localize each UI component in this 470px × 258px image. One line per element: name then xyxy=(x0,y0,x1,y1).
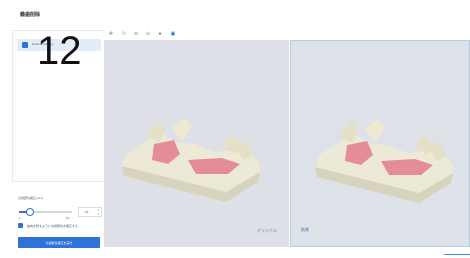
color-icon[interactable]: ● xyxy=(157,31,163,37)
stepper-arrows-icon[interactable]: ▴ ▾ xyxy=(97,208,99,216)
object-list: Defektabteilung 12 xyxy=(12,30,106,182)
gum-preserve-checkbox[interactable] xyxy=(18,223,23,228)
list-item[interactable]: Defektabteilung 12 xyxy=(17,31,101,71)
dental-model-original xyxy=(122,118,260,202)
progress-indicator xyxy=(444,254,470,255)
slider-knob[interactable] xyxy=(25,208,34,216)
thickness-slider[interactable] xyxy=(19,208,72,216)
result-label: 結果 xyxy=(301,227,309,232)
rotate-icon[interactable]: ↻ xyxy=(121,31,127,37)
window-title: 義歯削除 xyxy=(20,12,41,18)
stepper-value: 10 xyxy=(85,210,89,214)
gum-preserve-label: 歯肉を残すように欠損部位を補正する xyxy=(27,224,79,228)
value-stepper[interactable]: 10 ▴ ▾ xyxy=(78,207,102,217)
original-label: オリジナル xyxy=(257,228,277,233)
layout-icon[interactable]: ▣ xyxy=(170,31,176,37)
left-panel: Defektabteilung 12 欠損部位補正(mm) 0 50 10 ▴ ▾… xyxy=(12,30,106,252)
original-viewport[interactable]: オリジナル xyxy=(104,40,289,247)
zoom-out-icon[interactable]: ⊖ xyxy=(145,31,151,37)
zoom-in-icon[interactable]: ⊕ xyxy=(133,31,139,37)
result-viewport[interactable]: 結果 xyxy=(290,40,470,247)
run-correction-button[interactable]: 欠損部位補正を実行 xyxy=(18,237,100,248)
overlay-number: 12 xyxy=(37,29,82,73)
param-label: 欠損部位補正(mm) xyxy=(18,196,43,200)
move-icon[interactable]: ✥ xyxy=(108,31,114,37)
item-checkbox[interactable] xyxy=(22,42,28,48)
slider-min-label: 0 xyxy=(19,216,21,220)
slider-max-label: 50 xyxy=(66,216,70,220)
dental-model-result xyxy=(315,119,453,203)
